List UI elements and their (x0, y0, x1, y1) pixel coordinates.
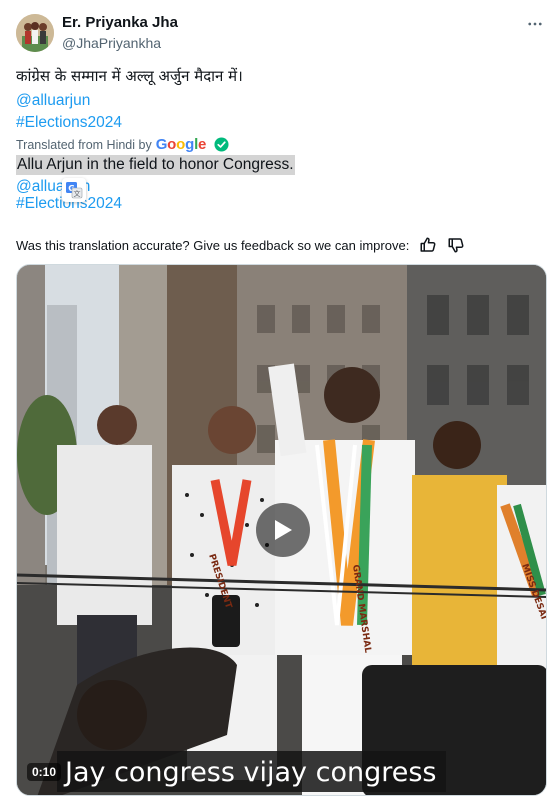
feedback-prompt: Was this translation accurate? Give us f… (16, 237, 410, 253)
video-player[interactable]: PRESIDENT GRAND MARSHAL MISS DESAI Jay con… (16, 264, 547, 796)
translation-label: Translated from Hindi by (16, 137, 152, 152)
video-duration: 0:10 (27, 763, 62, 781)
translation-attribution: Translated from Hindi by Google (16, 136, 229, 153)
play-icon[interactable] (256, 503, 310, 557)
hashtag-link[interactable]: #Elections2024 (16, 113, 122, 133)
thumbs-down-icon[interactable] (447, 236, 465, 254)
tweet: Er. Priyanka Jha @JhaPriyankha कांग्रेस … (0, 0, 560, 801)
translate-icon[interactable]: G 文 (62, 178, 86, 202)
google-logo: Google (155, 136, 207, 153)
translation-feedback: Was this translation accurate? Give us f… (16, 236, 465, 254)
translated-text: Allu Arjun in the field to honor Congres… (16, 155, 295, 175)
mention-link[interactable]: @alluarjun (16, 91, 90, 111)
svg-text:文: 文 (74, 189, 81, 198)
video-caption: Jay congress vijay congress (57, 751, 447, 792)
more-dots-icon[interactable] (522, 14, 548, 34)
verified-check-icon (214, 137, 229, 152)
author-avatar[interactable] (16, 14, 54, 52)
thumbs-up-icon[interactable] (419, 236, 437, 254)
author-name[interactable]: Er. Priyanka Jha (62, 14, 178, 31)
tweet-text-original: कांग्रेस के सम्मान में अल्लू अर्जुन मैदा… (16, 67, 243, 85)
author-handle[interactable]: @JhaPriyankha (62, 35, 161, 51)
